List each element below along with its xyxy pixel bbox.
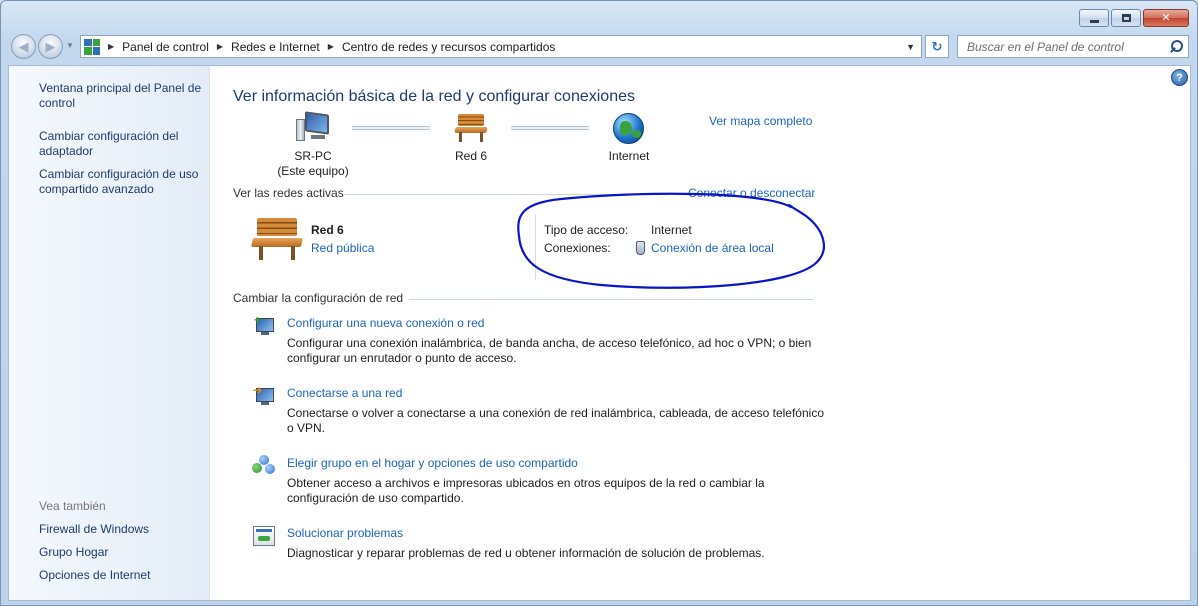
search-icon[interactable]	[1168, 39, 1184, 55]
breadcrumb-panel-de-control[interactable]: Panel de control	[122, 40, 209, 54]
help-icon: ?	[1176, 71, 1183, 84]
connect-network-icon: ➜	[252, 384, 276, 407]
task-desc-line: configurar un enrutador o punto de acces…	[287, 351, 517, 365]
navigation-bar: ◀ ▶ ▼ ▶ Panel de control ▶ Redes e Inter…	[9, 34, 1189, 60]
public-network-bench-icon[interactable]	[454, 114, 488, 142]
help-button[interactable]: ?	[1171, 69, 1188, 86]
access-type-label: Tipo de acceso:	[544, 223, 629, 237]
breadcrumb-centro-de-redes[interactable]: Centro de redes y recursos compartidos	[342, 40, 555, 54]
map-internet-label: Internet	[608, 149, 650, 163]
active-network-name: Red 6	[311, 223, 344, 237]
window-frame: ✕ ◀ ▶ ▼ ▶ Panel de control ▶ Redes e Int…	[0, 0, 1198, 606]
close-button[interactable]: ✕	[1143, 9, 1189, 27]
back-button[interactable]: ◀	[11, 34, 36, 59]
network-type-link[interactable]: Red pública	[311, 241, 374, 255]
active-networks-heading: Ver las redes activas	[233, 186, 344, 200]
section-divider	[409, 299, 813, 300]
task-desc-line: Diagnosticar y reparar problemas de red …	[287, 546, 765, 560]
full-map-link[interactable]: Ver mapa completo	[709, 114, 812, 128]
maximize-button[interactable]	[1111, 9, 1141, 27]
vertical-divider	[535, 214, 536, 280]
page-title: Ver información básica de la red y confi…	[233, 88, 635, 105]
address-bar[interactable]: ▶ Panel de control ▶ Redes e Internet ▶ …	[80, 35, 922, 58]
map-connector-line	[352, 126, 430, 130]
breadcrumb-separator-icon[interactable]: ▶	[217, 42, 223, 51]
sidebar-link-firewall[interactable]: Firewall de Windows	[39, 522, 209, 537]
forward-arrow-icon: ▶	[45, 38, 56, 54]
task-desc-connect-network: Conectarse o volver a conectarse a una c…	[287, 406, 824, 436]
recent-pages-chevron-icon[interactable]: ▼	[66, 41, 74, 50]
forward-button[interactable]: ▶	[38, 34, 63, 59]
refresh-icon: ↻	[931, 38, 943, 54]
caption-buttons: ✕	[1079, 9, 1189, 27]
computer-icon[interactable]	[296, 111, 330, 143]
task-desc-line: Configurar una conexión inalámbrica, de …	[287, 336, 812, 350]
back-arrow-icon: ◀	[18, 38, 29, 54]
map-connector-line	[511, 126, 589, 130]
task-desc-troubleshoot: Diagnosticar y reparar problemas de red …	[287, 546, 765, 561]
sidebar: Ventana principal del Panel de control C…	[9, 66, 210, 600]
sidebar-link-internet-options[interactable]: Opciones de Internet	[39, 568, 209, 583]
client-area: Ventana principal del Panel de control C…	[8, 65, 1191, 601]
task-desc-line: Conectarse o volver a conectarse a una c…	[287, 406, 824, 420]
map-computer-label: SR-PC (Este equipo)	[268, 149, 358, 179]
connect-disconnect-link[interactable]: Conectar o desconectar	[688, 186, 815, 200]
task-desc-new-connection: Configurar una conexión inalámbrica, de …	[287, 336, 811, 366]
network-bench-icon	[251, 218, 303, 260]
breadcrumb-separator-icon[interactable]: ▶	[108, 42, 114, 51]
minimize-button[interactable]	[1079, 9, 1109, 27]
sidebar-link-homegroup[interactable]: Grupo Hogar	[39, 545, 209, 560]
search-input[interactable]	[967, 39, 1168, 54]
task-link-homegroup[interactable]: Elegir grupo en el hogar y opciones de u…	[287, 456, 578, 470]
task-desc-line: o VPN.	[287, 421, 326, 435]
task-desc-line: configuración de uso compartido.	[287, 491, 464, 505]
task-desc-line: Obtener acceso a archivos e impresoras u…	[287, 476, 765, 490]
refresh-button[interactable]: ↻	[925, 35, 949, 58]
troubleshoot-icon	[253, 526, 275, 546]
computer-name: SR-PC	[294, 149, 332, 163]
section-divider	[343, 194, 685, 195]
address-dropdown-icon[interactable]: ▼	[906, 42, 915, 52]
breadcrumb-redes-e-internet[interactable]: Redes e Internet	[231, 40, 320, 54]
access-type-value: Internet	[651, 223, 692, 237]
task-link-troubleshoot[interactable]: Solucionar problemas	[287, 526, 403, 540]
ethernet-plug-icon	[636, 241, 645, 255]
new-connection-icon: +	[252, 314, 276, 337]
control-panel-icon	[84, 38, 100, 55]
homegroup-icon	[252, 455, 276, 477]
map-network-label: Red 6	[454, 149, 488, 163]
local-area-connection-link[interactable]: Conexión de área local	[651, 241, 774, 255]
task-link-new-connection[interactable]: Configurar una nueva conexión o red	[287, 316, 484, 330]
close-icon: ✕	[1161, 11, 1171, 24]
change-settings-heading: Cambiar la configuración de red	[233, 291, 404, 305]
see-also-heading: Vea también	[39, 499, 106, 513]
minimize-icon	[1089, 19, 1099, 23]
search-box	[957, 35, 1189, 58]
breadcrumb-separator-icon[interactable]: ▶	[328, 42, 334, 51]
task-desc-homegroup: Obtener acceso a archivos e impresoras u…	[287, 476, 765, 506]
task-link-connect-network[interactable]: Conectarse a una red	[287, 386, 402, 400]
maximize-icon	[1121, 14, 1131, 22]
sidebar-link-adapter-settings[interactable]: Cambiar configuración del adaptador	[39, 129, 209, 159]
internet-globe-icon[interactable]	[613, 113, 644, 144]
computer-subtitle: (Este equipo)	[277, 164, 349, 178]
connections-label: Conexiones:	[544, 241, 611, 255]
sidebar-link-control-panel-home[interactable]: Ventana principal del Panel de control	[39, 81, 209, 111]
sidebar-link-advanced-sharing[interactable]: Cambiar configuración de uso compartido …	[39, 167, 209, 197]
